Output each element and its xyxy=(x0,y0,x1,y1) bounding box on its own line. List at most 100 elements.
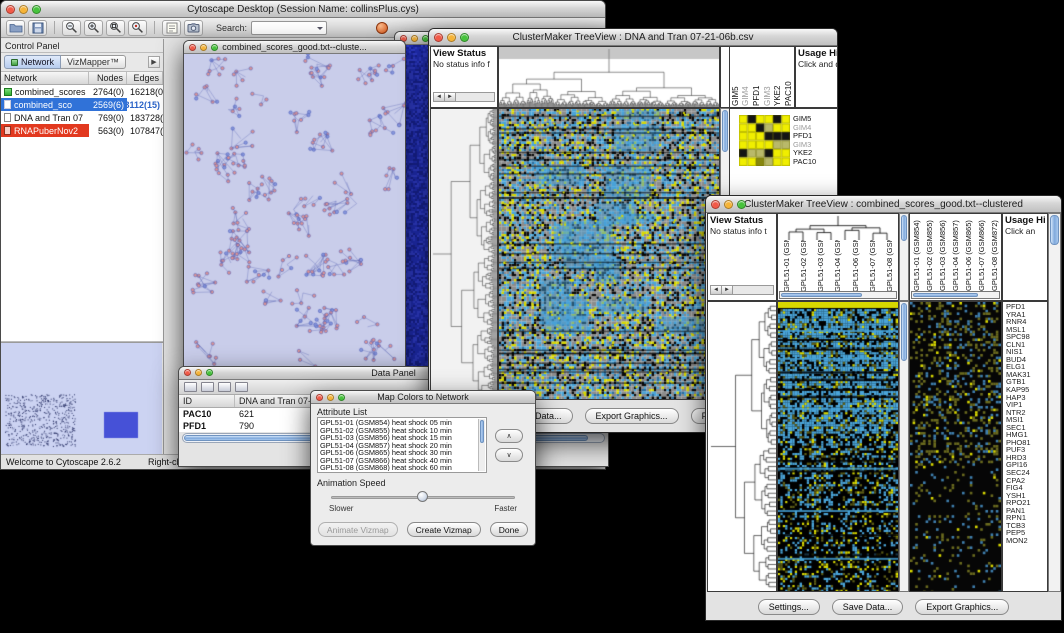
select-attributes-icon[interactable] xyxy=(184,382,197,392)
treeview-dna-titlebar[interactable]: ClusterMaker TreeView : DNA and Tran 07-… xyxy=(429,29,837,46)
column-label[interactable]: GPL51-04 (GSM857) xyxy=(951,215,960,291)
close-button[interactable] xyxy=(316,394,323,401)
zoom-button[interactable] xyxy=(737,200,746,209)
column-label[interactable]: GPL51-07 (GSM866) xyxy=(868,240,877,292)
column-label[interactable]: PFD1 xyxy=(752,48,761,106)
header-id[interactable]: ID xyxy=(179,395,235,407)
create-vizmap-button[interactable]: Create Vizmap xyxy=(407,522,481,537)
zoom-button[interactable] xyxy=(460,33,469,42)
save-session-button[interactable] xyxy=(28,20,47,36)
column-hscrollbar[interactable] xyxy=(779,291,897,299)
column-label[interactable]: GPL51-03 (GSM856) xyxy=(816,240,825,292)
close-button[interactable] xyxy=(711,200,720,209)
header-network[interactable]: Network xyxy=(1,72,89,84)
header-edges[interactable]: Edges xyxy=(127,72,163,84)
zoom-button[interactable] xyxy=(211,44,218,51)
close-button[interactable] xyxy=(6,5,15,14)
scrollbar-thumb[interactable] xyxy=(722,110,728,152)
scrollbar-thumb[interactable] xyxy=(480,420,484,443)
birdseye-view[interactable] xyxy=(1,342,163,454)
heatmap-canvas[interactable] xyxy=(499,109,719,399)
column-label[interactable]: GIM5 xyxy=(731,48,740,106)
scrollbar-thumb[interactable] xyxy=(781,293,862,297)
move-up-button[interactable]: ∧ xyxy=(495,429,523,443)
animation-speed-slider[interactable] xyxy=(331,491,515,503)
scroll-left-icon[interactable]: ◄ xyxy=(711,286,722,294)
column-label[interactable]: GPL51-08 (GSM872) xyxy=(885,240,894,292)
column-label[interactable]: GPL51-04 (GSM857) xyxy=(833,240,842,292)
settings-button[interactable]: Settings... xyxy=(758,599,820,615)
column-label[interactable]: GPL51-07 (GSM866) xyxy=(977,215,986,291)
close-button[interactable] xyxy=(434,33,443,42)
far-right-vscrollbar[interactable] xyxy=(1048,213,1061,592)
network-window-titlebar[interactable]: combined_scores_good.txt--cluste... xyxy=(184,41,405,54)
scrollbar-thumb[interactable] xyxy=(901,215,907,241)
minimize-button[interactable] xyxy=(724,200,733,209)
column-label[interactable]: GPL51-01 (GSM854) xyxy=(782,240,791,292)
slider-thumb[interactable] xyxy=(417,491,428,502)
main-titlebar[interactable]: Cytoscape Desktop (Session Name: collins… xyxy=(1,1,605,18)
close-button[interactable] xyxy=(189,44,196,51)
row-dendrogram-canvas[interactable] xyxy=(431,109,497,399)
header-nodes[interactable]: Nodes xyxy=(89,72,127,84)
attribute-listbox[interactable]: GPL51-01 (GSM854) heat shock 05 minGPL51… xyxy=(317,417,487,473)
tab-network[interactable]: Network xyxy=(4,55,61,69)
column-label[interactable]: GPL51-06 (GSM865) xyxy=(964,215,973,291)
plugin-icon[interactable] xyxy=(376,22,388,34)
annotation-button[interactable] xyxy=(162,20,181,36)
scrollbar-thumb[interactable] xyxy=(1050,215,1059,245)
done-button[interactable]: Done xyxy=(490,522,528,537)
column-dendrogram-canvas[interactable] xyxy=(499,47,719,107)
column-label[interactable]: GIM4 xyxy=(741,48,750,106)
column-label[interactable]: GPL51-06 (GSM865) xyxy=(851,240,860,292)
network-view-canvas[interactable] xyxy=(184,54,405,370)
minimize-button[interactable] xyxy=(19,5,28,14)
dialog-titlebar[interactable]: Map Colors to Network xyxy=(311,391,535,404)
column-label[interactable]: PAC10 xyxy=(784,48,793,106)
column-label[interactable]: GPL51-02 (GSM855) xyxy=(925,215,934,291)
listbox-vscrollbar[interactable] xyxy=(478,419,485,471)
scroll-right-icon[interactable]: ► xyxy=(722,286,733,294)
column-label[interactable]: GPL51-03 (GSM856) xyxy=(938,215,947,291)
column-label[interactable]: GPL51-08 (GSM872) xyxy=(990,215,999,291)
column-label[interactable]: GPL51-02 (GSM855) xyxy=(799,240,808,292)
column-label[interactable]: YKE2 xyxy=(773,48,782,106)
scrollbar-thumb[interactable] xyxy=(901,303,907,361)
export-graphics-button[interactable]: Export Graphics... xyxy=(585,408,679,424)
panel-expand-button[interactable]: ▶ xyxy=(148,56,160,68)
column-label[interactable]: GIM3 xyxy=(763,48,772,106)
attribute-matrix-icon[interactable] xyxy=(218,382,231,392)
zoom-fit-button[interactable] xyxy=(106,20,125,36)
top-vscrollbar[interactable] xyxy=(899,213,909,301)
zoom-button[interactable] xyxy=(338,394,345,401)
search-input[interactable] xyxy=(251,21,327,35)
zoom-button[interactable] xyxy=(206,369,213,376)
zoom-out-button[interactable] xyxy=(62,20,81,36)
close-button[interactable] xyxy=(184,369,191,376)
minimize-button[interactable] xyxy=(327,394,334,401)
network-table-row[interactable]: combined_sco 2569(6) 13112(15) xyxy=(1,98,163,111)
zoom-button[interactable] xyxy=(32,5,41,14)
gene-label[interactable]: MON2 xyxy=(1006,537,1047,545)
mini-hscrollbar[interactable]: ◄ ► xyxy=(433,92,495,102)
matrix-label[interactable]: PAC10 xyxy=(793,158,816,167)
snapshot-button[interactable] xyxy=(184,20,203,36)
birdseye-canvas[interactable] xyxy=(1,343,162,454)
heatmap-vscrollbar[interactable] xyxy=(899,301,909,592)
minimize-button[interactable] xyxy=(200,44,207,51)
animate-vizmap-button[interactable]: Animate Vizmap xyxy=(318,522,398,537)
create-attribute-icon[interactable] xyxy=(201,382,214,392)
network-table-row[interactable]: DNA and Tran 07 769(0) 183728(0) xyxy=(1,111,163,124)
row-dendrogram-canvas[interactable] xyxy=(708,302,776,591)
move-down-button[interactable]: ∨ xyxy=(495,448,523,462)
save-data-button[interactable]: Save Data... xyxy=(832,599,904,615)
zoom-selected-button[interactable] xyxy=(128,20,147,36)
correlation-matrix-canvas[interactable] xyxy=(739,115,790,166)
column-label[interactable]: GPL51-01 (GSM854) xyxy=(912,215,921,291)
heatmap-canvas[interactable] xyxy=(778,302,898,591)
import-attributes-icon[interactable] xyxy=(235,382,248,392)
scroll-right-icon[interactable]: ► xyxy=(445,93,456,101)
network-table-row[interactable]: RNAPuberNov2 563(0) 107847(0) xyxy=(1,124,163,137)
export-graphics-button[interactable]: Export Graphics... xyxy=(915,599,1009,615)
column-dendrogram-canvas[interactable] xyxy=(778,214,898,240)
